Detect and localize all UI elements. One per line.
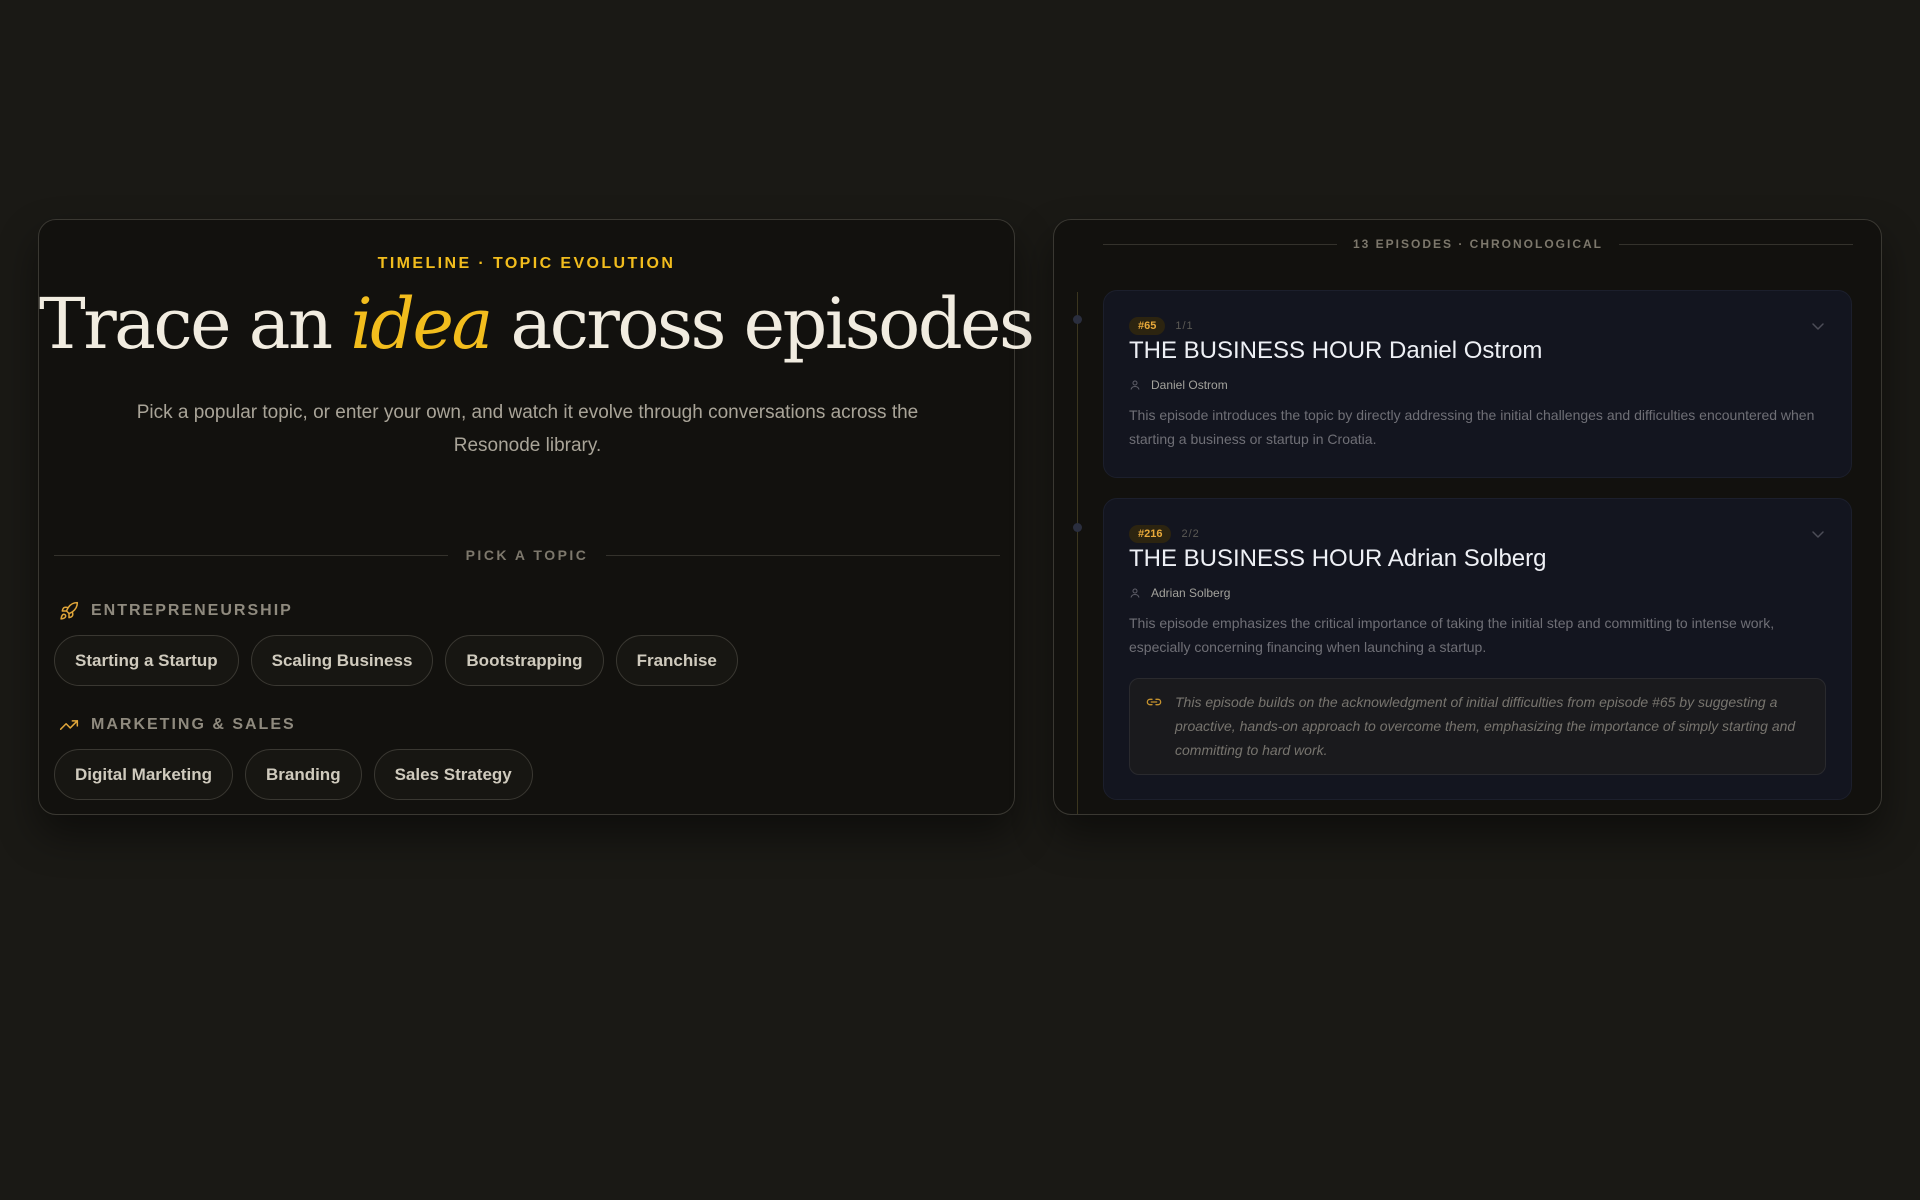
title-part-1: Trace an [39, 283, 333, 365]
eyebrow-label: TIMELINE · TOPIC EVOLUTION [377, 255, 676, 272]
topic-chip-franchise[interactable]: Franchise [615, 635, 738, 686]
connection-text: This episode builds on the acknowledgmen… [1175, 694, 1796, 758]
topic-chip-starting-a-startup[interactable]: Starting a Startup [54, 635, 239, 686]
timeline-panel: 13 EPISODES · CHRONOLOGICAL #65 1/1 THE … [1053, 219, 1882, 815]
episode-position: 1/1 [1175, 320, 1194, 332]
topic-picker-panel: TIMELINE · TOPIC EVOLUTION Trace an idea… [38, 219, 1035, 815]
episode-number-badge: #65 [1129, 317, 1166, 335]
timeline-node [1073, 315, 1082, 324]
page-subtitle: Pick a popular topic, or enter your own,… [136, 402, 919, 456]
topic-chip-branding[interactable]: Branding [244, 749, 362, 800]
episode-description: This episode emphasizes the critical imp… [1129, 615, 1775, 655]
episode-number-badge: #216 [1129, 525, 1172, 543]
pick-topic-label: PICK A TOPIC [465, 547, 589, 563]
category-label: ENTREPRENEURSHIP [91, 602, 293, 619]
trending-up-icon [59, 720, 79, 730]
episode-guest: Adrian Solberg [1129, 586, 1230, 600]
topic-chip-sales-strategy[interactable]: Sales Strategy [373, 749, 533, 800]
timeline-header: 13 EPISODES · CHRONOLOGICAL [1103, 234, 1853, 254]
divider-line [1619, 243, 1853, 245]
divider-line [54, 554, 448, 556]
divider-line [606, 554, 1001, 556]
timeline-node [1073, 523, 1082, 532]
category-entrepreneurship: ENTREPRENEURSHIP [59, 601, 293, 621]
divider-line [1103, 243, 1337, 245]
rocket-icon [60, 601, 79, 620]
topic-chip-scaling-business[interactable]: Scaling Business [250, 635, 434, 686]
category-label: MARKETING & SALES [91, 716, 296, 733]
topic-chip-digital-marketing[interactable]: Digital Marketing [54, 749, 233, 800]
episode-meta: #216 2/2 [1129, 525, 1200, 543]
episode-count-label: 13 EPISODES · CHRONOLOGICAL [1352, 237, 1604, 251]
episode-meta: #65 1/1 [1129, 317, 1194, 335]
guest-name: Adrian Solberg [1151, 586, 1231, 600]
topic-chip-group: Digital Marketing Branding Sales Strateg… [54, 749, 533, 800]
chevron-down-icon[interactable] [1811, 321, 1825, 331]
title-part-2: across episodes [510, 283, 1035, 365]
episode-card[interactable]: #216 2/2 THE BUSINESS HOUR Adrian Solber… [1103, 498, 1852, 800]
episode-card[interactable]: #65 1/1 THE BUSINESS HOUR Daniel Ostrom … [1103, 290, 1852, 478]
link-icon [1146, 698, 1162, 706]
timeline-rail [1077, 292, 1078, 814]
episode-description: This episode introduces the topic by dir… [1129, 407, 1815, 447]
episode-guest: Daniel Ostrom [1129, 378, 1228, 392]
guest-name: Daniel Ostrom [1151, 378, 1228, 392]
title-highlight: idea [350, 283, 493, 365]
category-marketing-sales: MARKETING & SALES [59, 715, 296, 735]
pick-topic-divider: PICK A TOPIC [54, 545, 1001, 565]
person-icon [1130, 380, 1140, 390]
page-title: Trace an idea across episodes [39, 282, 1035, 366]
episode-connection-note: This episode builds on the acknowledgmen… [1129, 678, 1826, 775]
chevron-down-icon[interactable] [1811, 529, 1825, 539]
person-icon [1130, 588, 1140, 598]
episode-title: THE BUSINESS HOUR Adrian Solberg [1129, 545, 1547, 572]
topic-chip-group: Starting a Startup Scaling Business Boot… [54, 635, 738, 686]
topic-chip-bootstrapping[interactable]: Bootstrapping [445, 635, 604, 686]
episode-position: 2/2 [1181, 528, 1200, 540]
episode-title: THE BUSINESS HOUR Daniel Ostrom [1129, 337, 1543, 364]
